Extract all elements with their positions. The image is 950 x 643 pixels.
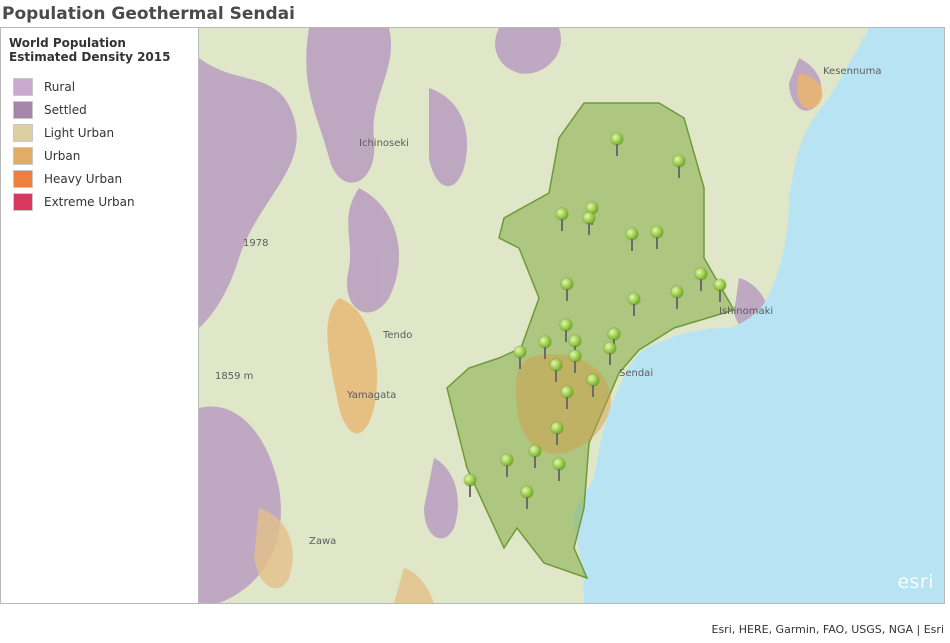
place-label-elevation-1: 1978 [243,238,269,249]
place-label-sendai: Sendai [619,368,654,379]
geothermal-marker-pin[interactable] [626,228,638,252]
map-canvas[interactable] [199,28,944,603]
legend-swatch [13,147,33,165]
place-label-ishinomaki: Ishinomaki [719,306,774,317]
legend-item-rural: Rural [13,78,75,96]
legend-title-line2: Estimated Density 2015 [9,50,171,64]
geothermal-marker-pin[interactable] [539,336,551,360]
legend-label: Settled [44,103,87,117]
geothermal-marker-pin[interactable] [561,278,573,302]
geothermal-marker-pin[interactable] [550,359,562,383]
geothermal-marker-pin[interactable] [464,474,476,498]
geothermal-marker-pin[interactable] [561,386,573,410]
legend-label: Rural [44,80,76,94]
legend-item-urban: Urban [13,147,80,165]
place-label-kesennuma: Kesennuma [823,66,882,77]
attribution-sources: Esri, HERE, Garmin, FAO, USGS, NGA [711,623,914,636]
legend-swatch [13,124,33,142]
geothermal-marker-pin[interactable] [529,445,541,469]
legend-label: Heavy Urban [44,172,123,186]
legend-title-line1: World Population [9,36,126,50]
legend-swatch [13,193,33,211]
map-view[interactable]: Kesennuma Ichinoseki 1978 Tendo 1859 m Y… [199,28,944,603]
geothermal-marker-pin[interactable] [714,279,726,303]
geothermal-marker-pin[interactable] [628,293,640,317]
place-label-ichinoseki: Ichinoseki [359,138,409,149]
geothermal-marker-pin[interactable] [604,342,616,366]
legend-label: Urban [44,149,81,163]
geothermal-marker-pin[interactable] [673,155,685,179]
geothermal-marker-pin[interactable] [695,268,707,292]
place-label-yamagata: Yamagata [347,390,397,401]
legend-title: World Population Estimated Density 2015 [9,36,189,64]
geothermal-marker-pin[interactable] [551,422,563,446]
legend-swatch [13,170,33,188]
legend-item-heavy-urban: Heavy Urban [13,170,122,188]
geothermal-marker-pin[interactable] [583,212,595,236]
attribution-separator: | [916,623,921,636]
legend-item-settled: Settled [13,101,87,119]
geothermal-marker-pin[interactable] [587,374,599,398]
geothermal-marker-pin[interactable] [556,208,568,232]
page-title: Population Geothermal Sendai [2,4,295,24]
esri-logo[interactable]: esri [897,571,934,593]
legend-swatch [13,101,33,119]
attribution-brand[interactable]: Esri [924,623,944,636]
place-label-elevation-2: 1859 m [215,371,254,382]
legend-panel: World Population Estimated Density 2015 … [1,28,199,603]
geothermal-marker-pin[interactable] [671,286,683,310]
legend-item-extreme-urban: Extreme Urban [13,193,135,211]
map-attribution[interactable]: Esri, HERE, Garmin, FAO, USGS, NGA | Esr… [712,623,945,636]
geothermal-marker-pin[interactable] [521,486,533,510]
legend-label: Light Urban [44,126,115,140]
legend-item-light-urban: Light Urban [13,124,114,142]
legend-swatch [13,78,33,96]
geothermal-marker-pin[interactable] [611,133,623,157]
legend-label: Extreme Urban [44,195,135,209]
place-label-zawa: Zawa [309,536,337,547]
geothermal-marker-pin[interactable] [514,346,526,370]
geothermal-marker-pin[interactable] [553,458,565,482]
place-label-tendo: Tendo [383,330,413,341]
geothermal-marker-pin[interactable] [501,454,513,478]
geothermal-marker-pin[interactable] [651,226,663,250]
geothermal-marker-pin[interactable] [569,350,581,374]
